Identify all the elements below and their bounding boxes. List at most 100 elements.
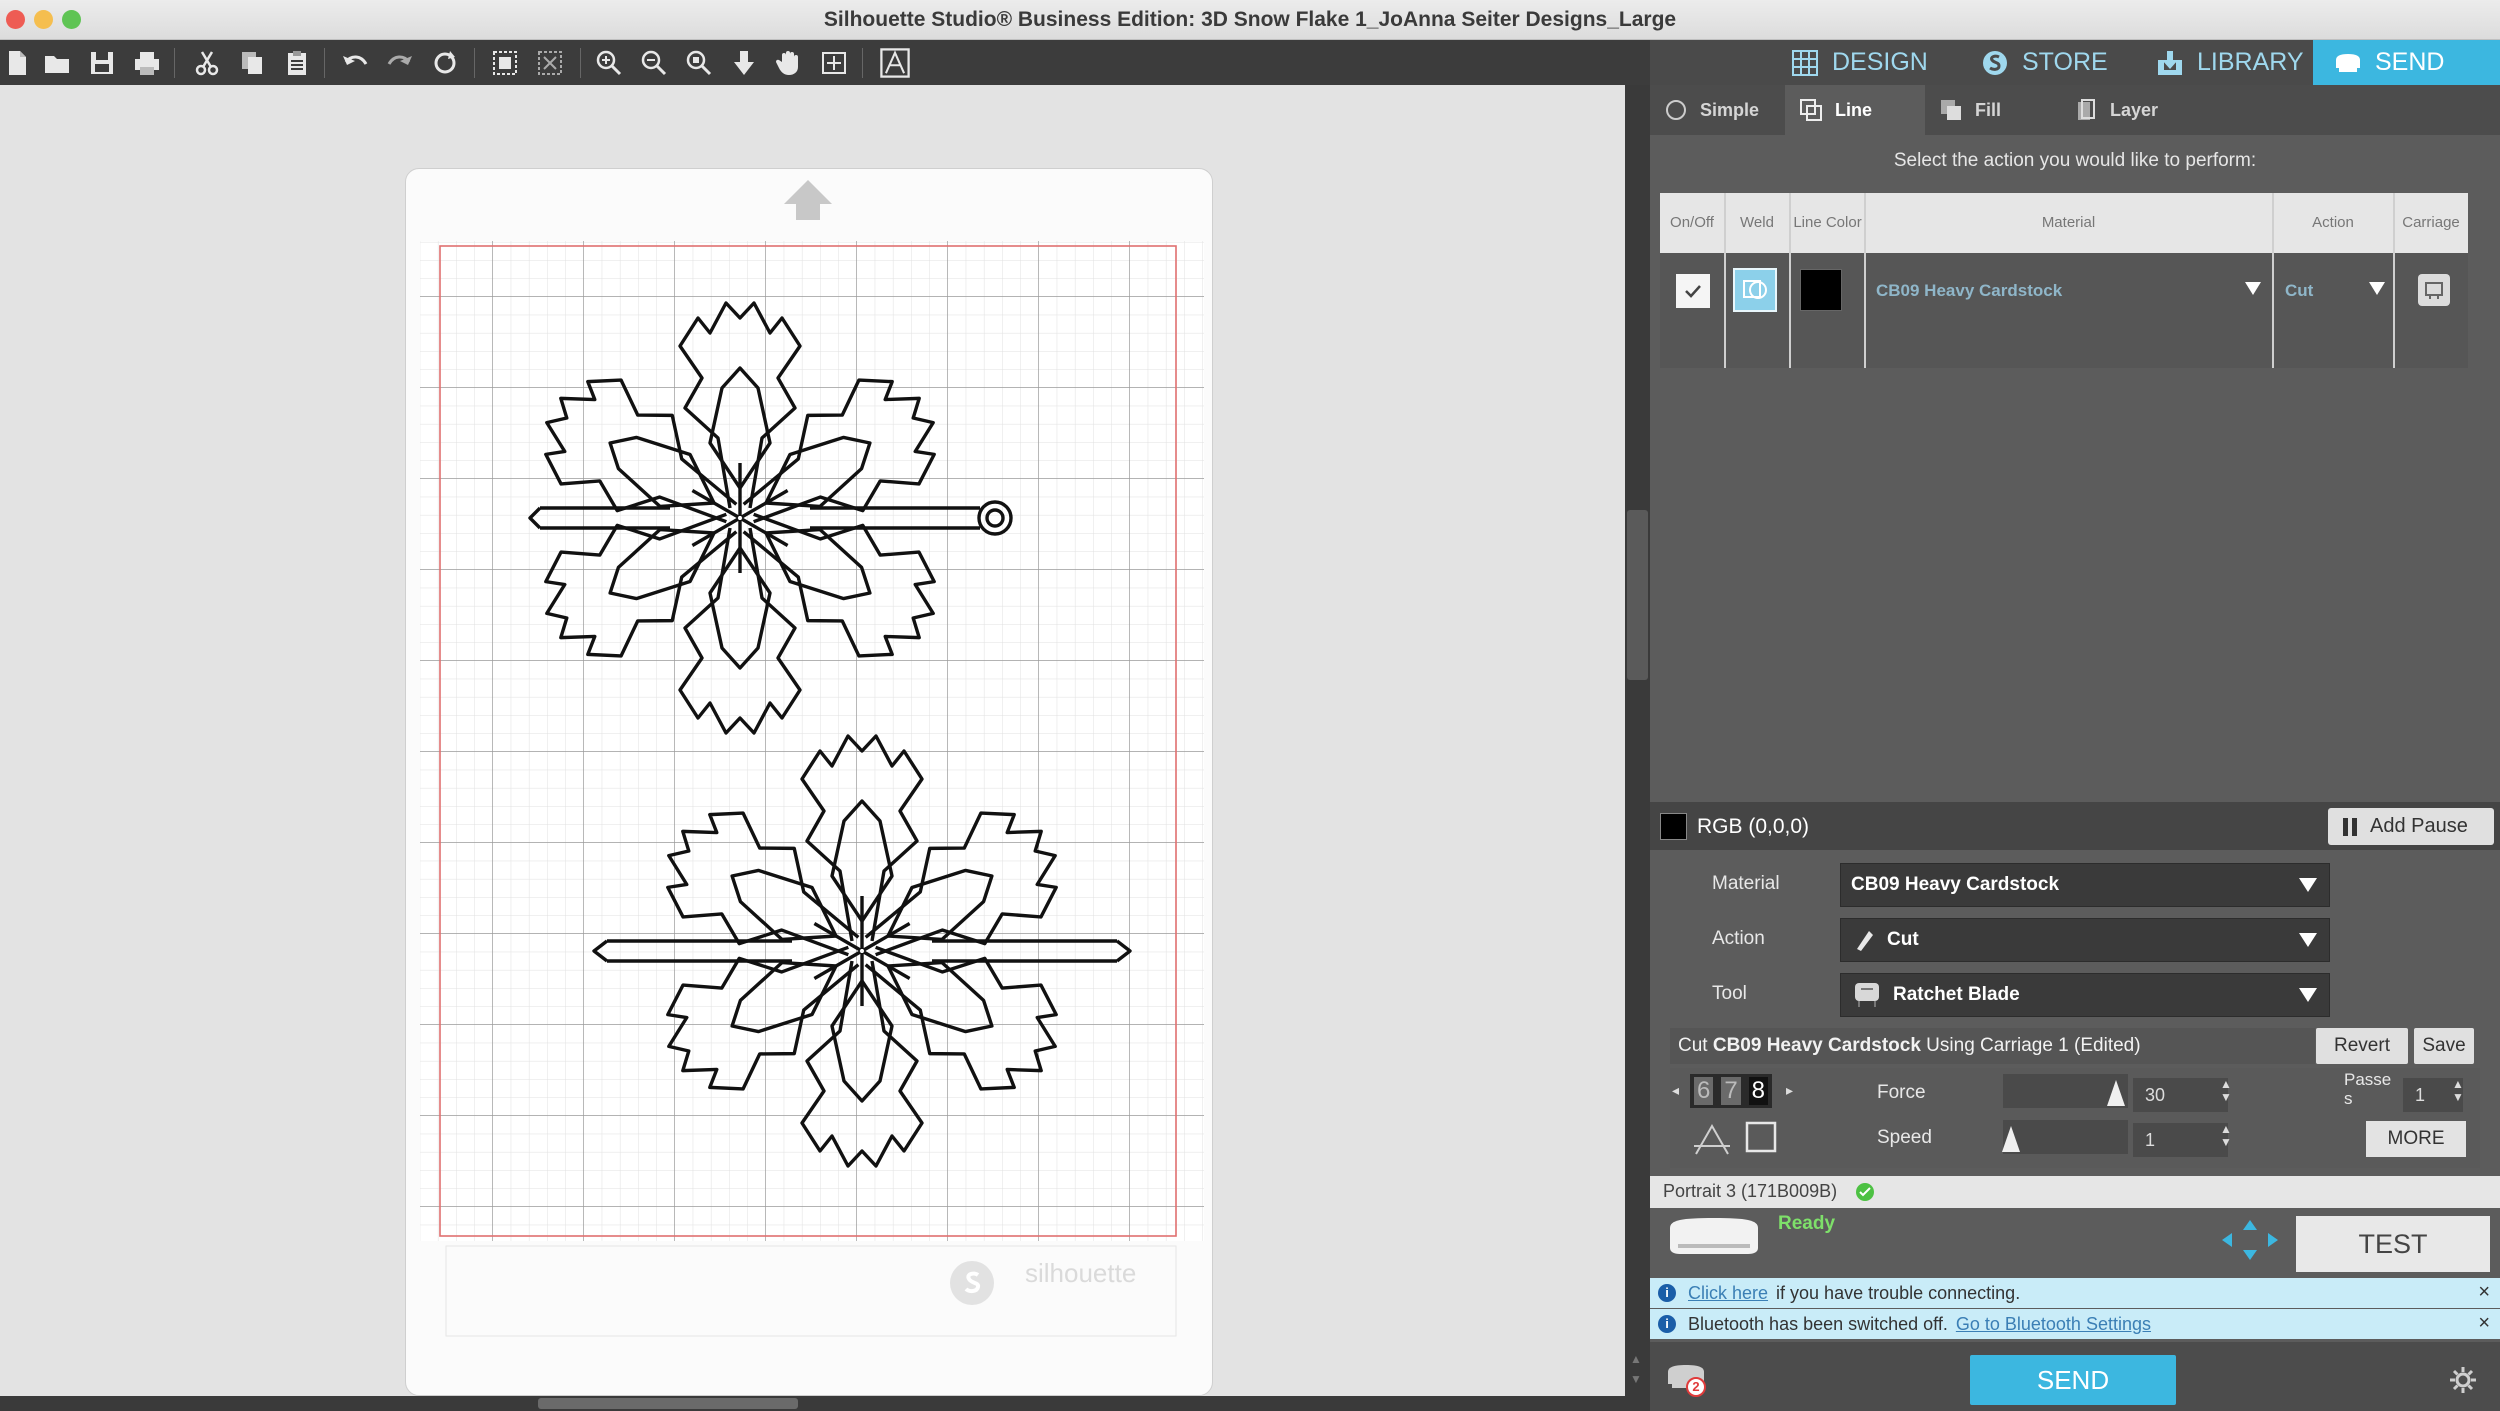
save-settings-button[interactable]: Save <box>2414 1028 2474 1064</box>
tab-send[interactable]: SEND <box>2313 40 2500 85</box>
cut-header-suffix: Using Carriage 1 (Edited) <box>1920 1035 2141 1056</box>
line-color-swatch[interactable] <box>1800 269 1842 311</box>
force-stepper[interactable]: ▲ ▼ <box>2220 1078 2232 1104</box>
window-title: Silhouette Studio® Business Edition: 3D … <box>823 8 1677 31</box>
scroll-up-icon[interactable]: ▲ <box>1630 1352 1642 1366</box>
table-divider <box>1789 193 1791 368</box>
tab-store[interactable]: STORE <box>1960 40 2108 85</box>
close-icon[interactable]: × <box>2478 1312 2490 1335</box>
tool-dropdown[interactable]: Ratchet Blade <box>1840 973 2330 1017</box>
checkmark-icon <box>1685 285 1701 298</box>
action-label: Action <box>1712 928 1765 949</box>
add-pause-label: Add Pause <box>2370 815 2468 837</box>
pause-icon <box>2343 817 2357 836</box>
save-icon[interactable] <box>85 46 119 80</box>
speed-slider-handle[interactable] <box>2000 1124 2022 1154</box>
row-material-select[interactable]: CB09 Heavy Cardstock <box>1876 268 2261 313</box>
copy-icon[interactable] <box>235 46 269 80</box>
action-dropdown[interactable]: Cut <box>1840 918 2330 962</box>
overcut-icon[interactable] <box>1692 1120 1732 1158</box>
cut-icon[interactable] <box>190 46 224 80</box>
color-label: RGB (0,0,0) <box>1697 815 1810 838</box>
toolbar-separator <box>474 48 475 78</box>
blade-digit-selected: 8 <box>1748 1077 1768 1105</box>
toolbar-separator <box>324 48 325 78</box>
force-input[interactable]: 30 <box>2133 1078 2228 1112</box>
col-weld: Weld <box>1740 214 1774 231</box>
onoff-checkbox[interactable] <box>1676 274 1710 308</box>
tab-simple-label: Simple <box>1700 99 1760 120</box>
click-here-link[interactable]: Click here <box>1688 1283 1768 1304</box>
zoom-in-icon[interactable] <box>592 46 626 80</box>
info-trouble-connecting: i Click here if you have trouble connect… <box>1650 1278 2500 1308</box>
tab-simple[interactable]: Simple <box>1650 85 1785 135</box>
horizontal-scrollbar[interactable] <box>0 1396 1650 1411</box>
tab-layer-label: Layer <box>2110 99 2159 120</box>
table-divider <box>2272 193 2274 368</box>
tab-design-label: DESIGN <box>1832 48 1928 76</box>
bluetooth-settings-link[interactable]: Go to Bluetooth Settings <box>1956 1314 2151 1335</box>
speed-input[interactable]: 1 <box>2133 1123 2228 1157</box>
deselect-icon[interactable] <box>533 46 567 80</box>
tab-send-label: SEND <box>2375 48 2445 76</box>
blade-increase-icon[interactable]: ▸ <box>1786 1082 1793 1099</box>
paste-icon[interactable] <box>280 46 314 80</box>
gear-icon[interactable] <box>2448 1365 2478 1395</box>
cutter-icon <box>2336 53 2360 72</box>
force-slider-handle[interactable] <box>2105 1078 2127 1108</box>
pan-hand-icon[interactable] <box>772 46 806 80</box>
weld-toggle[interactable] <box>1733 268 1777 312</box>
info-text-1: if you have trouble connecting. <box>1776 1282 2021 1303</box>
line-mode-icon <box>1800 99 1822 121</box>
horizontal-scrollbar-thumb[interactable] <box>538 1398 798 1409</box>
vertical-scrollbar-thumb[interactable] <box>1627 510 1648 680</box>
table-divider <box>1724 193 1726 368</box>
tab-line[interactable]: Line <box>1785 85 1925 135</box>
zoom-out-icon[interactable] <box>637 46 671 80</box>
undo-icon[interactable] <box>338 46 372 80</box>
action-value: Cut <box>1887 929 1919 950</box>
more-button[interactable]: MORE <box>2366 1121 2466 1157</box>
tab-library-label: LIBRARY <box>2197 48 2304 76</box>
new-file-icon[interactable] <box>0 46 34 80</box>
chevron-down-icon <box>2299 988 2317 1002</box>
test-button[interactable]: TEST <box>2296 1216 2490 1272</box>
chevron-down-icon <box>2299 878 2317 892</box>
move-down-icon[interactable] <box>727 46 761 80</box>
trace-icon[interactable] <box>876 44 914 82</box>
send-button[interactable]: SEND <box>1970 1355 2176 1405</box>
info-icon: i <box>1658 1315 1676 1333</box>
grid-icon <box>1792 49 1818 76</box>
blade-decrease-icon[interactable]: ◂ <box>1672 1082 1679 1099</box>
tab-fill[interactable]: Fill <box>1925 85 2065 135</box>
open-folder-icon[interactable] <box>40 46 74 80</box>
fit-page-icon[interactable] <box>817 46 851 80</box>
device-name: Portrait 3 (171B009B) <box>1663 1181 1838 1201</box>
add-pause-button[interactable]: Add Pause <box>2328 808 2494 845</box>
move-blade-arrows-icon[interactable] <box>2220 1218 2280 1262</box>
zoom-fit-icon[interactable] <box>682 46 716 80</box>
scroll-down-icon[interactable]: ▼ <box>1630 1372 1642 1386</box>
blade-digit: 7 <box>1721 1077 1741 1105</box>
print-icon[interactable] <box>130 46 164 80</box>
tab-design[interactable]: DESIGN <box>1770 40 1928 85</box>
square-corner-icon[interactable] <box>1744 1120 1778 1154</box>
cutter-machine-icon <box>1670 1218 1758 1254</box>
tab-layer[interactable]: Layer <box>2060 85 2210 135</box>
row-action-select[interactable]: Cut <box>2285 268 2385 313</box>
tab-library[interactable]: LIBRARY <box>2135 40 2304 85</box>
revert-button[interactable]: Revert <box>2316 1028 2408 1064</box>
redo-icon[interactable] <box>383 46 417 80</box>
tab-fill-label: Fill <box>1975 99 2001 120</box>
blade-depth-selector[interactable]: 6 7 8 <box>1690 1074 1772 1108</box>
select-all-icon[interactable] <box>488 46 522 80</box>
speed-stepper[interactable]: ▲ ▼ <box>2220 1123 2232 1149</box>
redraw-icon[interactable] <box>428 46 462 80</box>
vertical-scrollbar[interactable] <box>1625 85 1650 1396</box>
material-dropdown[interactable]: CB09 Heavy Cardstock <box>1840 863 2330 907</box>
col-onoff: On/Off <box>1670 214 1714 231</box>
carriage-icon[interactable] <box>2418 274 2450 306</box>
close-icon[interactable]: × <box>2478 1281 2490 1304</box>
info-text-2: Bluetooth has been switched off. <box>1688 1313 1948 1334</box>
passes-stepper[interactable]: ▲ ▼ <box>2452 1078 2464 1104</box>
